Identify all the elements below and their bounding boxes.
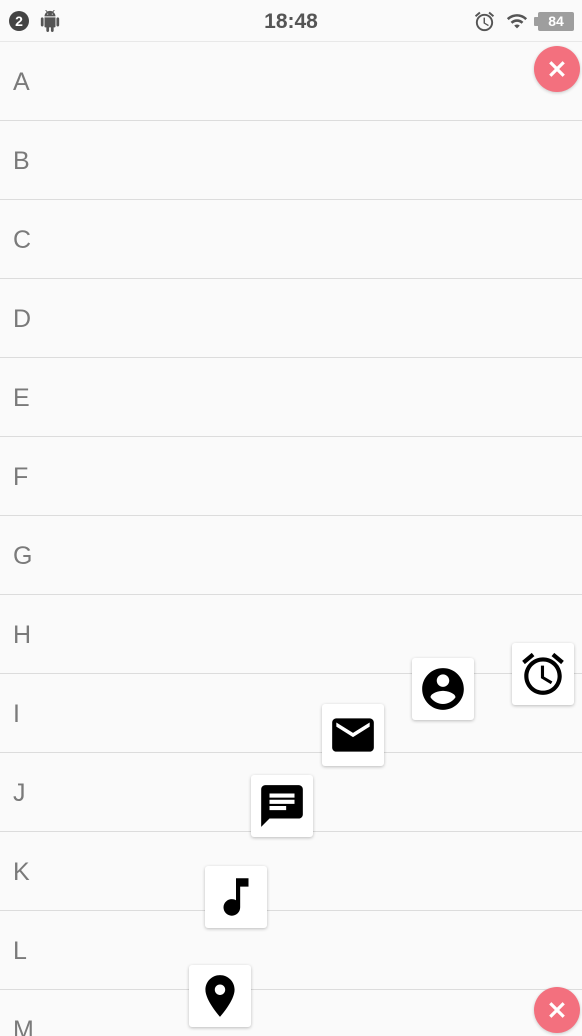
list-item[interactable]: A	[0, 42, 582, 121]
account-menu-button[interactable]	[412, 658, 474, 720]
close-button-bottom[interactable]	[534, 987, 580, 1033]
music-menu-button[interactable]	[205, 866, 267, 928]
mail-icon	[332, 718, 374, 752]
list-item[interactable]: F	[0, 437, 582, 516]
close-icon	[549, 1002, 565, 1018]
list-item-label: L	[13, 937, 27, 965]
status-bar: 2 18:48 84	[0, 0, 582, 42]
location-pin-icon	[205, 975, 235, 1017]
list-item-label: C	[13, 226, 32, 254]
account-icon	[422, 668, 464, 710]
wifi-icon	[506, 14, 528, 29]
list-item-label: H	[13, 621, 32, 649]
list-item-label: J	[13, 779, 26, 807]
list-item[interactable]: C	[0, 200, 582, 279]
location-menu-button[interactable]	[189, 965, 251, 1027]
list-item-label: D	[13, 305, 32, 333]
list-item-label: B	[13, 147, 30, 175]
list-item[interactable]: I	[0, 674, 582, 753]
list-item-label: I	[13, 700, 20, 728]
list-item-label: F	[13, 463, 29, 491]
music-note-icon	[223, 878, 249, 916]
list-item[interactable]: B	[0, 121, 582, 200]
message-icon	[261, 785, 303, 827]
list-item-label: M	[13, 1016, 34, 1036]
list-item-label: K	[13, 858, 30, 886]
battery-icon: 84	[534, 12, 574, 31]
list-item-label: G	[13, 542, 33, 570]
list-item-label: A	[13, 68, 30, 96]
list-item[interactable]: M	[0, 990, 582, 1036]
message-menu-button[interactable]	[251, 775, 313, 837]
list-item[interactable]: L	[0, 911, 582, 990]
list-item[interactable]: E	[0, 358, 582, 437]
alarm-icon	[522, 652, 564, 695]
alarm-icon	[474, 11, 495, 32]
list-item-label: E	[13, 384, 30, 412]
close-button-top[interactable]	[534, 46, 580, 92]
list-item[interactable]: K	[0, 832, 582, 911]
alphabet-list[interactable]: A B C D E F G H I J K L M	[0, 42, 582, 1036]
alarm-menu-button[interactable]	[512, 643, 574, 705]
close-icon	[549, 61, 565, 77]
list-item[interactable]: D	[0, 279, 582, 358]
list-item[interactable]: H	[0, 595, 582, 674]
mail-menu-button[interactable]	[322, 704, 384, 766]
list-item[interactable]: G	[0, 516, 582, 595]
